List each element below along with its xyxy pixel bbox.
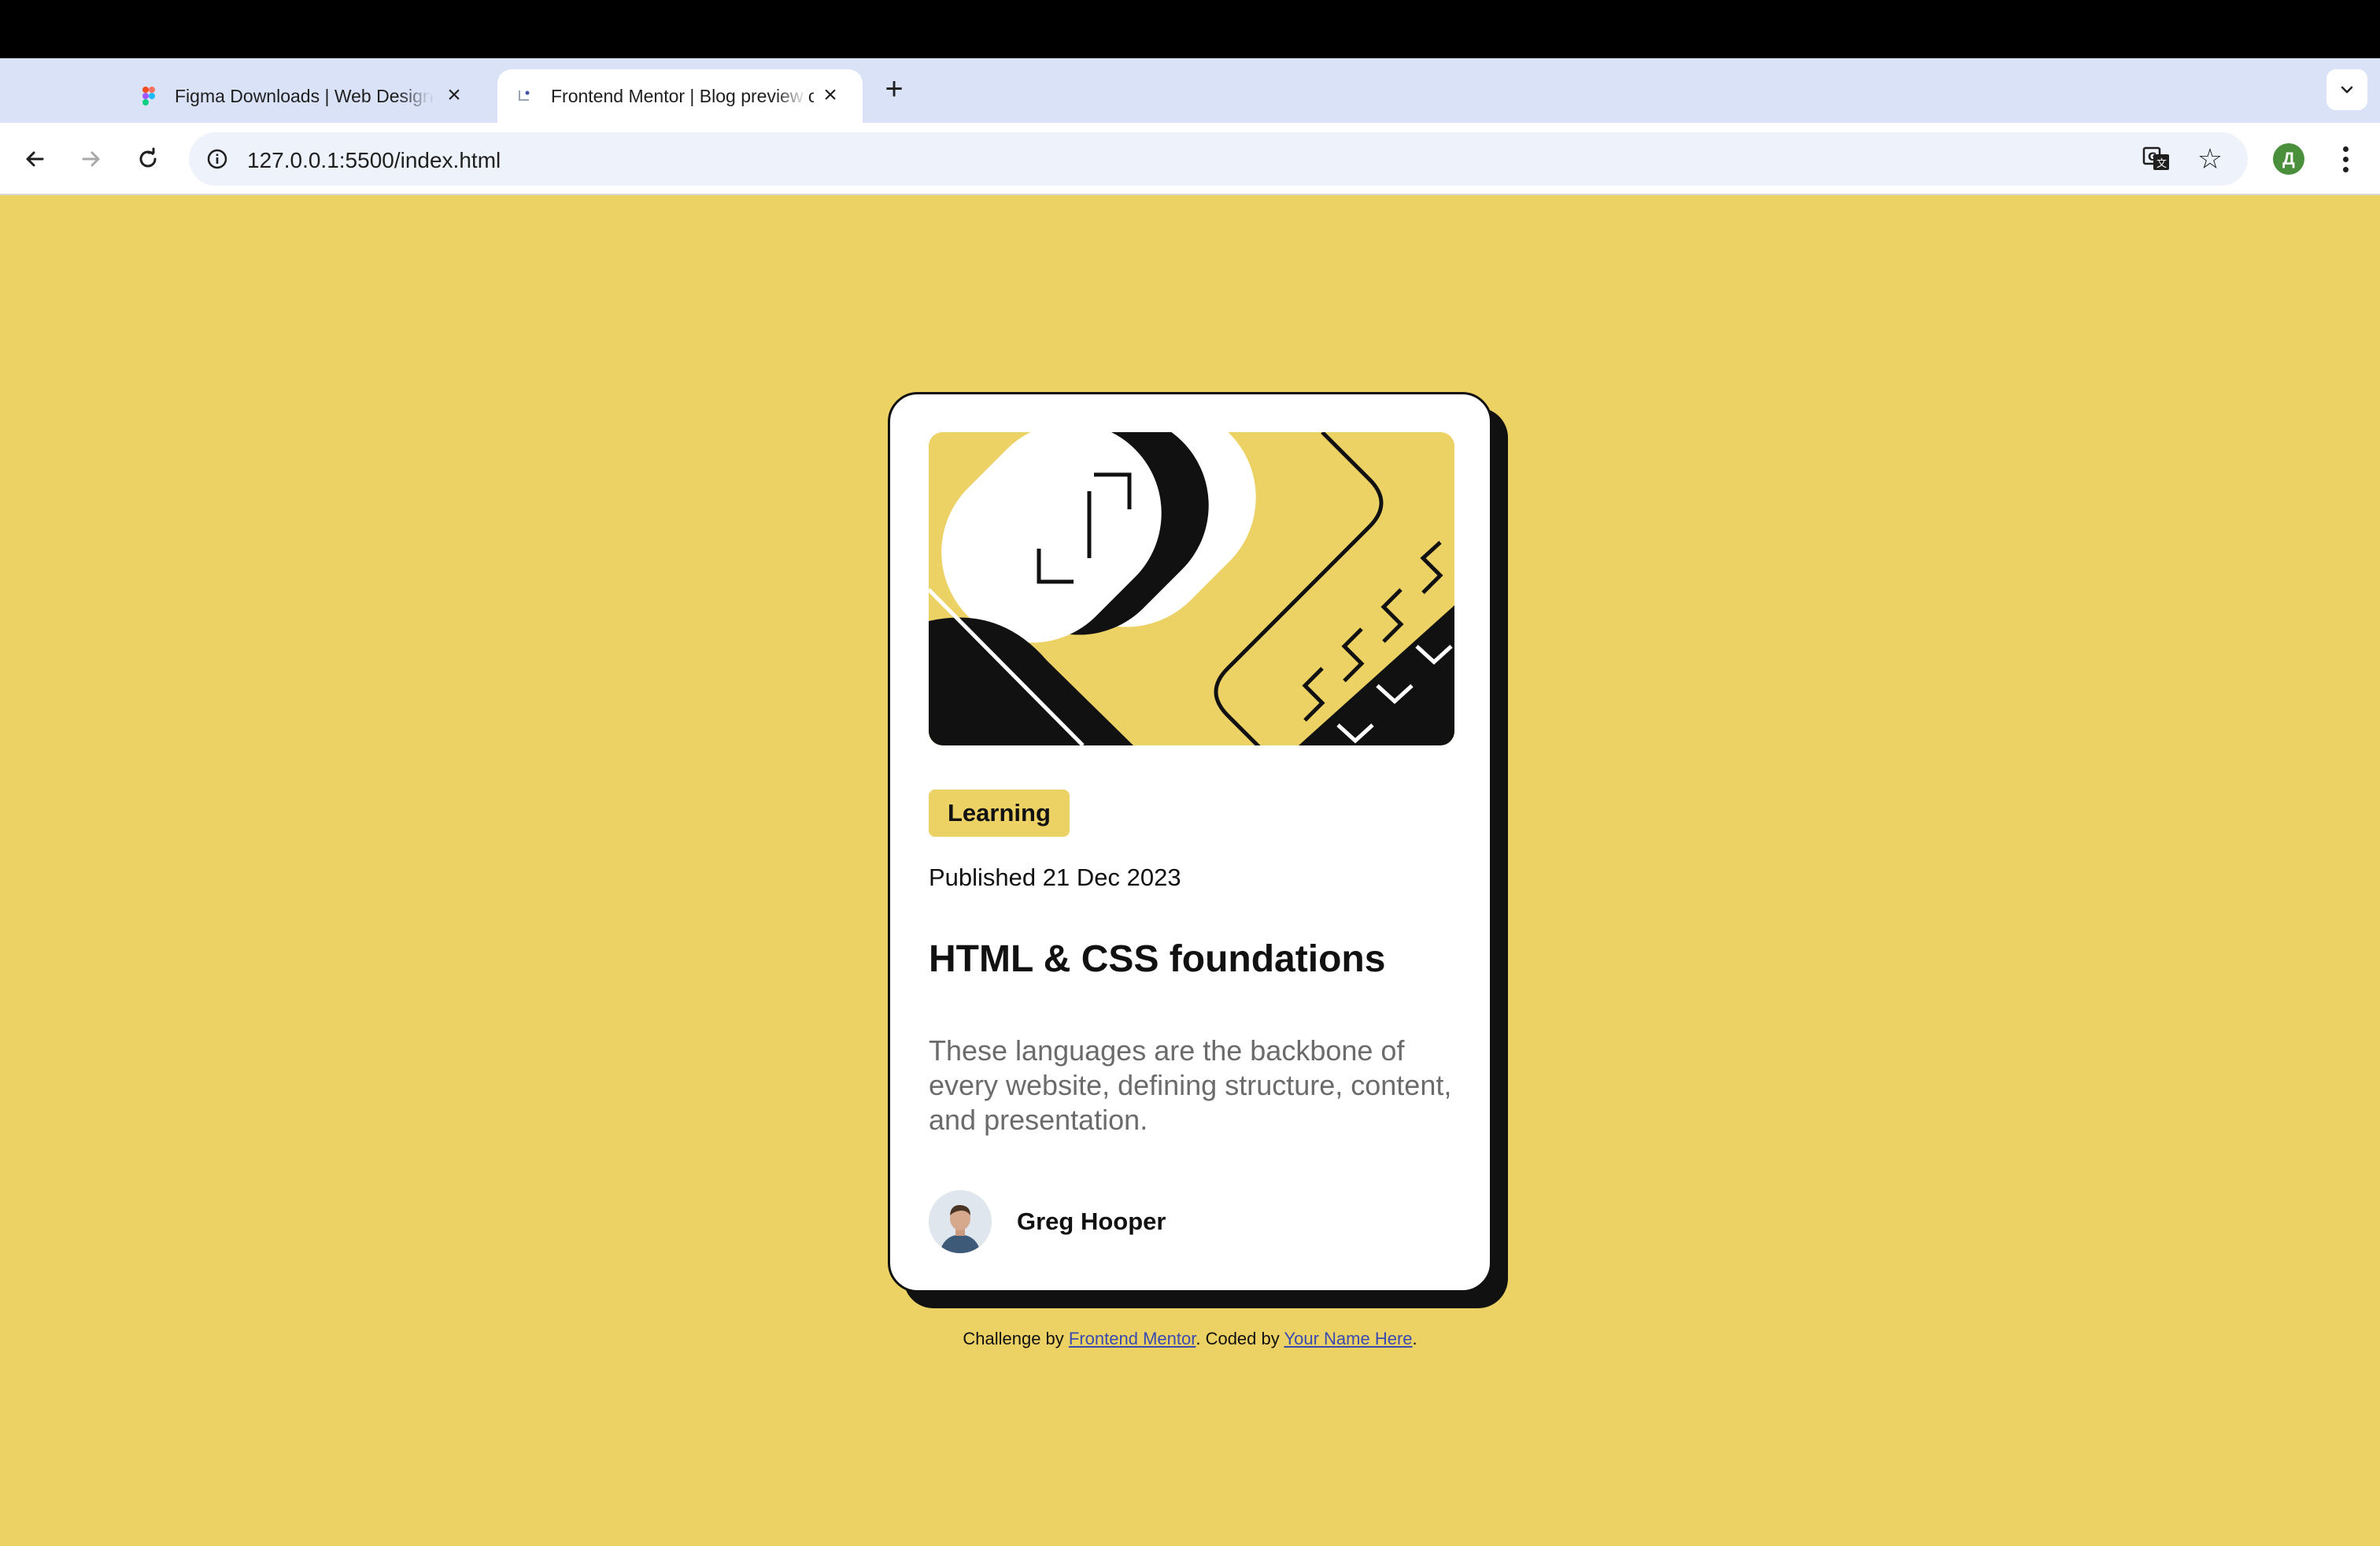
browser-toolbar: 127.0.0.1:5500/index.html G 文 ☆ Д bbox=[0, 123, 2380, 195]
published-date: Published 21 Dec 2023 bbox=[929, 864, 1181, 891]
close-tab-icon[interactable]: × bbox=[819, 83, 842, 107]
close-tab-icon[interactable]: × bbox=[442, 83, 466, 107]
card-description: These languages are the backbone of ever… bbox=[929, 1034, 1452, 1136]
frontend-mentor-icon bbox=[515, 86, 535, 106]
blog-preview-card: Learning Published 21 Dec 2023 HTML & CS… bbox=[888, 392, 1492, 1293]
tab-title: Frontend Mentor | Blog preview card bbox=[551, 85, 814, 106]
frontend-mentor-link[interactable]: Frontend Mentor bbox=[1069, 1329, 1196, 1348]
arrow-left-icon bbox=[26, 151, 44, 167]
tab-frontend-mentor[interactable]: Frontend Mentor | Blog preview card × bbox=[497, 69, 863, 123]
profile-avatar[interactable]: Д bbox=[2273, 143, 2304, 175]
back-button[interactable] bbox=[16, 140, 54, 178]
bookmark-star-icon[interactable]: ☆ bbox=[2193, 142, 2227, 176]
tab-search-button[interactable] bbox=[2326, 69, 2367, 110]
figma-icon bbox=[139, 86, 159, 106]
address-bar[interactable]: 127.0.0.1:5500/index.html G 文 ☆ bbox=[189, 132, 2248, 186]
category-tag: Learning bbox=[929, 790, 1070, 837]
page-viewport: Learning Published 21 Dec 2023 HTML & CS… bbox=[0, 195, 2380, 1546]
svg-text:文: 文 bbox=[2156, 158, 2167, 170]
new-tab-button[interactable]: + bbox=[878, 73, 910, 105]
site-info-icon[interactable] bbox=[200, 142, 235, 176]
author-link[interactable]: Your Name Here bbox=[1284, 1329, 1412, 1348]
avatar bbox=[929, 1190, 992, 1253]
arrow-right-icon bbox=[82, 151, 100, 167]
author: Greg Hooper bbox=[929, 1190, 1166, 1253]
tab-title: Figma Downloads | Web Design bbox=[175, 85, 433, 106]
forward-button[interactable] bbox=[72, 140, 110, 178]
address-url[interactable]: 127.0.0.1:5500/index.html bbox=[247, 148, 501, 173]
card-title[interactable]: HTML & CSS foundations bbox=[929, 938, 1385, 981]
card-illustration bbox=[929, 432, 1454, 745]
browser-menu-button[interactable] bbox=[2331, 140, 2360, 178]
tab-figma-downloads[interactable]: Figma Downloads | Web Design × bbox=[124, 69, 486, 123]
chevron-down-icon bbox=[2341, 86, 2353, 94]
reload-button[interactable] bbox=[129, 140, 167, 178]
attribution: Challenge by Frontend Mentor. Coded by Y… bbox=[963, 1329, 1417, 1348]
author-name: Greg Hooper bbox=[1017, 1208, 1166, 1235]
tab-strip: Figma Downloads | Web Design × Frontend … bbox=[0, 58, 2380, 123]
os-top-bar bbox=[0, 0, 2380, 58]
translate-icon[interactable]: G 文 bbox=[2141, 143, 2172, 175]
reload-icon bbox=[139, 147, 157, 168]
